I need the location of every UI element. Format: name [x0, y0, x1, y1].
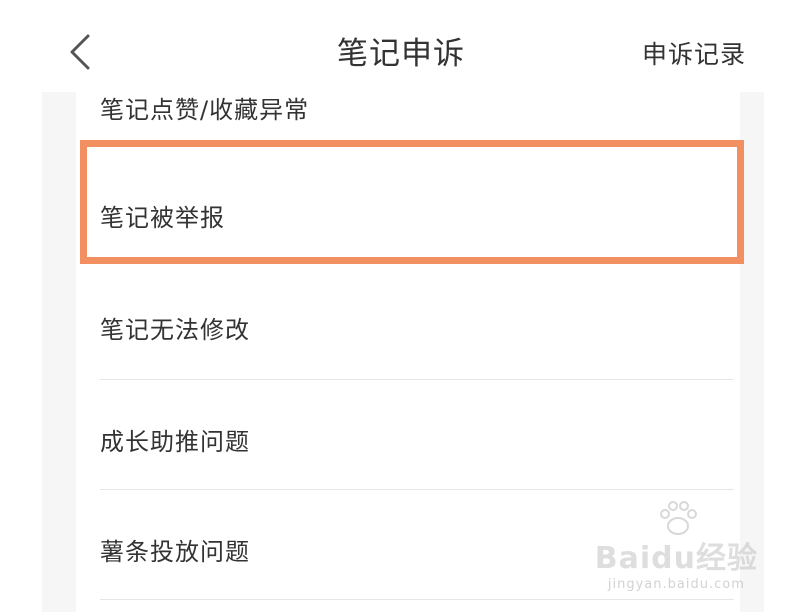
list-item-like-collect-abnormal[interactable]: 笔记点赞/收藏异常: [100, 92, 734, 142]
list-item-growth-boost[interactable]: 成长助推问题: [100, 380, 734, 490]
appeal-records-link[interactable]: 申诉记录: [642, 35, 746, 71]
list-item-label: 笔记无法修改: [100, 316, 250, 344]
navigation-bar: 笔记申诉 申诉记录: [0, 0, 802, 96]
list-item-note-cannot-edit[interactable]: 笔记无法修改: [100, 270, 734, 380]
list-item-note-reported[interactable]: 笔记被举报: [100, 158, 734, 266]
divider: [100, 599, 734, 600]
list-item-label: 笔记被举报: [100, 204, 225, 232]
list-item-label: 笔记点赞/收藏异常: [100, 96, 310, 124]
list-item-label: 薯条投放问题: [100, 538, 250, 566]
list-item-label: 成长助推问题: [100, 428, 250, 456]
list-item-chips-promotion[interactable]: 薯条投放问题: [100, 490, 734, 600]
